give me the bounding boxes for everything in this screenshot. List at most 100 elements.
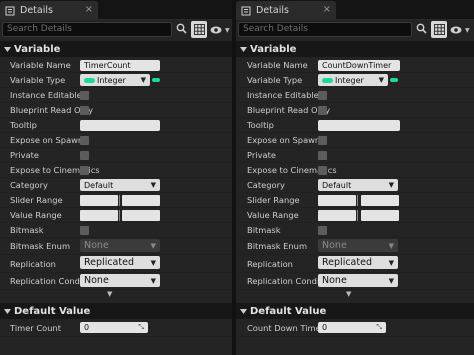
slider-range-min-input[interactable] [318, 195, 356, 206]
search-input[interactable]: Search Details [238, 22, 412, 37]
replication-condition-value: None [84, 275, 109, 286]
prop-value-range: Value Range [236, 208, 474, 223]
drag-grip-icon[interactable]: ⤡ [376, 323, 382, 332]
variable-type-dropdown[interactable]: Integer ▼ [80, 74, 150, 86]
variable-type-dropdown[interactable]: Integer ▼ [318, 74, 388, 86]
search-icon[interactable] [414, 21, 428, 36]
section-header-variable[interactable]: Variable [0, 41, 232, 57]
slider-range-max-input[interactable] [122, 195, 160, 206]
prop-instance-editable: Instance Editable [236, 88, 474, 103]
private-checkbox[interactable] [318, 151, 327, 160]
instance-editable-checkbox[interactable] [80, 91, 89, 100]
value-range-max-input[interactable] [122, 210, 160, 221]
chevron-down-icon: ▼ [225, 26, 230, 34]
blueprint-read-only-checkbox[interactable] [318, 106, 327, 115]
expose-to-cinematics-checkbox[interactable] [318, 166, 327, 175]
close-icon[interactable]: × [85, 4, 93, 15]
container-type-pin-icon[interactable] [390, 78, 398, 82]
close-icon[interactable]: × [323, 4, 331, 15]
prop-variable-name: Variable Name TimerCount [0, 58, 232, 73]
replication-dropdown[interactable]: Replicated ▼ [318, 256, 398, 269]
collapse-arrow-icon [238, 46, 248, 53]
search-row: Search Details ▼ [236, 21, 474, 41]
prop-replication-condition: Replication Condition None ▼ [0, 273, 232, 290]
prop-label: Replication [10, 258, 56, 269]
tab-title: Details [256, 5, 289, 16]
chevron-down-icon: ▼ [388, 181, 394, 189]
replication-condition-dropdown[interactable]: None ▼ [318, 274, 398, 287]
section-header-variable[interactable]: Variable [236, 41, 474, 57]
default-value-input[interactable]: 0 ⤡ [80, 322, 148, 333]
value-range-min-input[interactable] [318, 210, 356, 221]
default-value-properties: Timer Count 0 ⤡ [0, 319, 232, 337]
prop-expose-to-cinematics: Expose to Cinematics [236, 163, 474, 178]
section-header-default-value[interactable]: Default Value [236, 303, 474, 319]
details-panel-right: Details × Search Details ▼ Variable Vari… [236, 0, 474, 355]
bitmask-checkbox[interactable] [318, 226, 327, 235]
grid-view-button[interactable] [431, 21, 447, 38]
replication-condition-value: None [322, 275, 347, 286]
visibility-filter-button[interactable]: ▼ [210, 23, 230, 37]
slider-range-min-input[interactable] [80, 195, 118, 206]
expose-on-spawn-checkbox[interactable] [80, 136, 89, 145]
chevron-down-icon: ▼ [378, 76, 384, 84]
prop-label: Variable Type [10, 75, 66, 85]
tooltip-input[interactable] [318, 120, 400, 131]
prop-tooltip: Tooltip [236, 118, 474, 133]
section-header-default-value[interactable]: Default Value [0, 303, 232, 319]
default-value-properties: Count Down Timer 0 ⤡ [236, 319, 474, 337]
chevron-down-icon: ▼ [388, 276, 394, 285]
variable-properties: Variable Name TimerCount Variable Type I… [0, 57, 232, 300]
blueprint-read-only-checkbox[interactable] [80, 106, 89, 115]
slider-range-max-input[interactable] [361, 195, 399, 206]
prop-default-value: Timer Count 0 ⤡ [0, 319, 232, 337]
variable-name-input[interactable]: TimerCount [80, 60, 160, 71]
search-input[interactable]: Search Details [2, 22, 172, 37]
category-value: Default [84, 180, 114, 190]
variable-name-input[interactable]: CountDownTimer [318, 60, 400, 71]
prop-label: Instance Editable [247, 90, 319, 100]
grid-view-icon [433, 24, 445, 35]
section-title: Variable [250, 43, 297, 55]
chevron-down-icon: ▼ [140, 76, 146, 84]
grid-view-button[interactable] [191, 21, 207, 38]
details-tab[interactable]: Details × [236, 1, 336, 20]
instance-editable-checkbox[interactable] [318, 91, 327, 100]
drag-grip-icon[interactable]: ⤡ [138, 323, 144, 332]
replication-dropdown[interactable]: Replicated ▼ [80, 256, 160, 269]
category-dropdown[interactable]: Default ▼ [318, 179, 398, 191]
integer-pin-icon [322, 77, 333, 83]
details-panel-left: Details × Search Details ▼ Variable Vari… [0, 0, 232, 355]
private-checkbox[interactable] [80, 151, 89, 160]
search-icon[interactable] [174, 21, 188, 36]
prop-replication-condition: Replication Condition None ▼ [236, 273, 474, 290]
replication-condition-dropdown[interactable]: None ▼ [80, 274, 160, 287]
visibility-filter-button[interactable]: ▼ [450, 23, 470, 37]
default-value-input[interactable]: 0 ⤡ [318, 322, 386, 333]
variable-properties: Variable Name CountDownTimer Variable Ty… [236, 57, 474, 300]
bitmask-enum-dropdown[interactable]: None ▼ [80, 239, 160, 252]
expand-advanced-icon: ▼ [346, 290, 352, 298]
bitmask-enum-dropdown[interactable]: None ▼ [318, 239, 398, 252]
value-range-max-input[interactable] [361, 210, 399, 221]
container-type-pin-icon[interactable] [152, 78, 160, 82]
details-tab[interactable]: Details × [0, 1, 98, 20]
prop-category: Category Default ▼ [236, 178, 474, 193]
advanced-expander[interactable]: ▼ [236, 290, 474, 300]
prop-label: Private [247, 150, 276, 160]
prop-variable-type: Variable Type Integer ▼ [0, 73, 232, 88]
category-dropdown[interactable]: Default ▼ [80, 179, 160, 191]
details-tab-icon [240, 5, 252, 17]
prop-label: Tooltip [10, 120, 37, 130]
expose-on-spawn-checkbox[interactable] [318, 136, 327, 145]
chevron-down-icon: ▼ [388, 241, 394, 250]
prop-blueprint-read-only: Blueprint Read Only [0, 103, 232, 118]
prop-instance-editable: Instance Editable [0, 88, 232, 103]
advanced-expander[interactable]: ▼ [0, 290, 232, 300]
expose-to-cinematics-checkbox[interactable] [80, 166, 89, 175]
prop-tooltip: Tooltip [0, 118, 232, 133]
value-range-min-input[interactable] [80, 210, 118, 221]
tooltip-input[interactable] [80, 120, 160, 131]
bitmask-checkbox[interactable] [80, 226, 89, 235]
collapse-arrow-icon [238, 308, 248, 315]
